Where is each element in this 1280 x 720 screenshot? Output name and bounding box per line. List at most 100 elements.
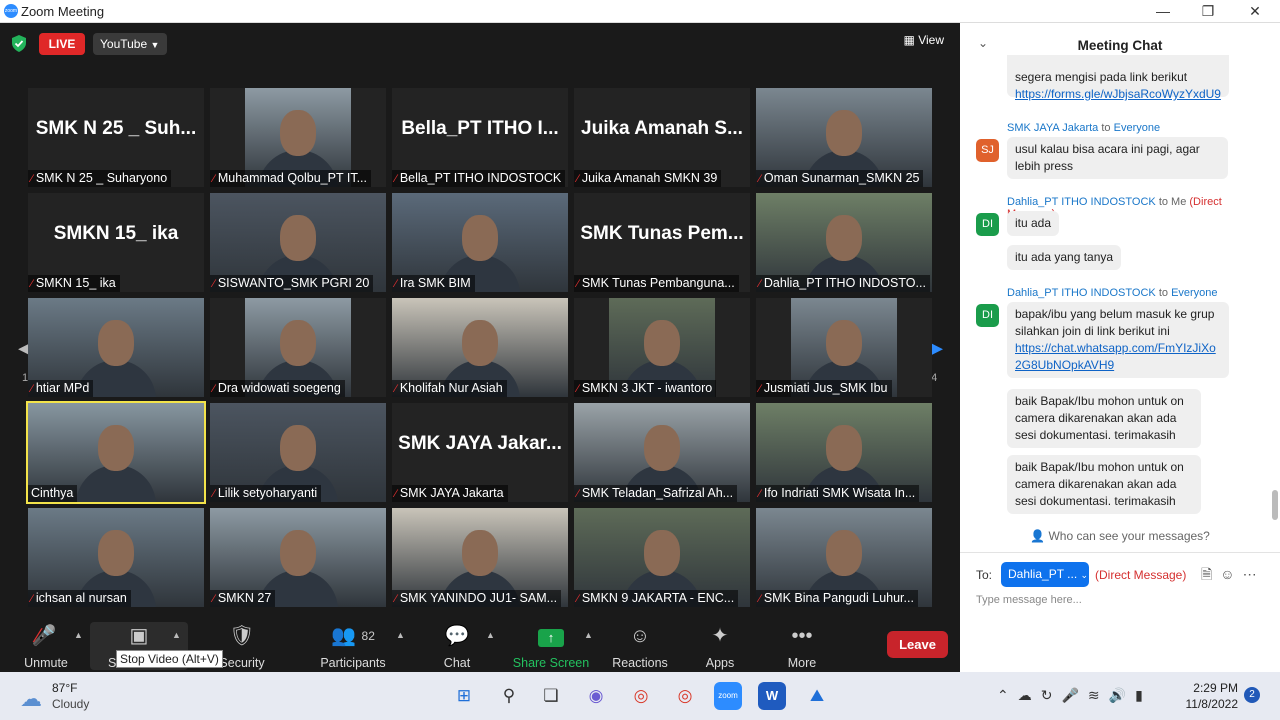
participant-tile[interactable]: ∕ Muhammad Qolbu_PT IT... — [210, 88, 386, 187]
word-icon[interactable]: W — [758, 682, 786, 710]
participant-tile[interactable]: ∕ Oman Sunarman_SMKN 25 — [756, 88, 932, 187]
participant-tile[interactable]: ∕ Dra widowati soegeng — [210, 298, 386, 397]
participant-tile[interactable]: ∕ SMK Teladan_Safrizal Ah... — [574, 403, 750, 502]
emoji-icon[interactable]: ☺ — [1220, 566, 1242, 582]
to-label: To: — [976, 568, 993, 582]
participant-tile[interactable]: ∕ SMK Bina Pangudi Luhur... — [756, 508, 932, 607]
participant-caption: ∕ SMK YANINDO JU1- SAM... — [392, 590, 562, 607]
participant-face — [98, 425, 134, 471]
video-options-caret-icon[interactable]: ▲ — [172, 630, 181, 640]
onedrive-cloud-icon[interactable]: ☁ — [1018, 687, 1041, 703]
participant-tile[interactable]: Bella_PT ITHO I... ∕ Bella_PT ITHO INDOSTO… — [392, 88, 568, 187]
reactions-button[interactable]: ☺ Reactions — [600, 624, 680, 670]
volume-icon[interactable]: 🔊 — [1109, 687, 1135, 703]
participant-name: Juika Amanah SMKN 39 — [581, 171, 718, 185]
chat-button[interactable]: 💬 Chat — [417, 624, 497, 670]
participant-tile[interactable]: ∕ Dahlia_PT ITHO INDOSTO... — [756, 193, 932, 292]
participant-tile[interactable]: ∕ htiar MPd — [28, 298, 204, 397]
chat-divider — [960, 552, 1280, 553]
share-screen-label: Share Screen — [512, 656, 590, 670]
muted-microphone-icon: ∕ — [31, 173, 33, 185]
participant-tile[interactable]: ∕ Ifo Indriati SMK Wisata In... — [756, 403, 932, 502]
share-options-caret-icon[interactable]: ▲ — [584, 630, 593, 640]
message-input[interactable]: Type message here... — [976, 594, 1082, 606]
participant-face — [98, 320, 134, 366]
sync-icon[interactable]: ↻ — [1041, 687, 1062, 703]
chat-scrollbar[interactable] — [1272, 70, 1278, 520]
battery-icon[interactable]: ▮ — [1135, 687, 1152, 703]
clock[interactable]: 2:29 PM 11/8/2022 — [1180, 680, 1239, 712]
who-can-see-link[interactable]: 👤 Who can see your messages? — [960, 529, 1280, 543]
participant-tile[interactable]: ∕ SISWANTO_SMK PGRI 20 — [210, 193, 386, 292]
participant-caption: ∕ Juika Amanah SMKN 39 — [574, 170, 722, 187]
participant-caption: ∕ SMK JAYA Jakarta — [392, 485, 508, 502]
apps-label: Apps — [705, 656, 735, 670]
photos-icon[interactable]: ⛰ — [803, 682, 831, 710]
task-view-icon[interactable]: ❏ — [537, 682, 565, 710]
minimize-icon[interactable]: — — [1148, 2, 1178, 20]
participant-name: Lilik setyoharyanti — [217, 486, 318, 500]
sender-name[interactable]: Dahlia_PT ITHO INDOSTOCK — [1007, 196, 1156, 208]
live-badge[interactable]: LIVE — [39, 33, 85, 55]
participant-tile[interactable]: ∕ Ira SMK BIM — [392, 193, 568, 292]
participants-count: 82 — [361, 629, 375, 643]
participant-tile[interactable]: ∕ SMKN 27 — [210, 508, 386, 607]
view-button[interactable]: ▦ View — [904, 33, 944, 47]
participant-tile[interactable]: ∕ SMKN 9 JAKARTA - ENC... — [574, 508, 750, 607]
participant-caption: ∕ Ira SMK BIM — [392, 275, 475, 292]
participant-tile[interactable]: ∕ Lilik setyoharyanti — [210, 403, 386, 502]
recipient-name: Everyone — [1113, 122, 1161, 134]
maximize-icon[interactable]: ❐ — [1193, 2, 1223, 20]
share-screen-button[interactable]: ↑ Share Screen — [507, 624, 595, 670]
participant-name: SMK Teladan_Safrizal Ah... — [581, 486, 734, 500]
participant-tile[interactable]: ∕ SMK YANINDO JU1- SAM... — [392, 508, 568, 607]
forms-link[interactable]: https://forms.gle/wJbjsaRcoWyzYxdU9 — [1015, 87, 1221, 101]
participants-options-caret-icon[interactable]: ▲ — [396, 630, 405, 640]
security-shield-icon[interactable] — [11, 35, 27, 52]
participants-button[interactable]: 👥 82 Participants — [306, 624, 400, 670]
more-button[interactable]: ••• More — [762, 624, 842, 670]
participant-tile[interactable]: ∕ SMKN 3 JKT - iwantoro — [574, 298, 750, 397]
more-options-icon[interactable]: ⋯ — [1243, 566, 1265, 582]
participant-name: SMK JAYA Jakarta — [399, 486, 504, 500]
sender-name[interactable]: SMK JAYA Jakarta — [1007, 122, 1098, 134]
search-icon[interactable]: ⚲ — [495, 682, 523, 710]
close-icon[interactable]: ✕ — [1240, 2, 1270, 20]
participant-tile[interactable]: SMK Tunas Pem... ∕ SMK Tunas Pembanguna... — [574, 193, 750, 292]
scrollbar-thumb[interactable] — [1272, 490, 1278, 520]
participant-tile[interactable]: ∕ Kholifah Nur Asiah — [392, 298, 568, 397]
apps-button[interactable]: ✦ Apps — [680, 624, 760, 670]
recipient-select[interactable]: Dahlia_PT ... ⌄ — [1001, 562, 1089, 587]
participant-tile[interactable]: SMK JAYA Jakar... ∕ SMK JAYA Jakarta — [392, 403, 568, 502]
participant-face — [644, 320, 680, 366]
chevron-up-icon[interactable]: ⌃ — [997, 687, 1018, 703]
leave-button[interactable]: Leave — [887, 631, 948, 658]
participant-tile[interactable]: SMK N 25 _ Suh... ∕ SMK N 25 _ Suharyono — [28, 88, 204, 187]
participant-tile[interactable]: ∕ ichsan al nursan — [28, 508, 204, 607]
participant-tile[interactable]: Juika Amanah S... ∕ Juika Amanah SMKN 39 — [574, 88, 750, 187]
whatsapp-link[interactable]: https://chat.whatsapp.com/FmYIzJiXo2G8Ub… — [1015, 341, 1216, 372]
youtube-dropdown[interactable]: YouTube ▼ — [93, 33, 167, 55]
windows-start-icon[interactable]: ⊞ — [450, 682, 478, 710]
notification-badge[interactable]: 2 — [1244, 687, 1260, 703]
wifi-icon[interactable]: ≋ — [1088, 687, 1109, 703]
chat-options-caret-icon[interactable]: ▲ — [486, 630, 495, 640]
file-icon[interactable]: 🗎 — [1201, 566, 1220, 582]
meeting-area: LIVE YouTube ▼ ▦ View ◀ 1/4 ▶ 1/4 SMK N … — [0, 23, 960, 620]
zoom-taskbar-icon[interactable]: zoom — [714, 682, 742, 710]
audio-options-caret-icon[interactable]: ▲ — [74, 630, 83, 640]
participant-tile[interactable]: ∕ Jusmiati Jus_SMK Ibu — [756, 298, 932, 397]
chrome-icon[interactable]: ◎ — [627, 682, 655, 710]
participant-caption: ∕ SMK N 25 _ Suharyono — [28, 170, 172, 187]
participant-caption: ∕ SMK Tunas Pembanguna... — [574, 275, 739, 292]
participant-tile[interactable]: Cinthya — [26, 401, 206, 504]
chat-label: Chat — [443, 656, 471, 670]
teams-chat-icon[interactable]: ◉ — [582, 682, 610, 710]
microphone-icon[interactable]: 🎤 — [1061, 687, 1087, 703]
chrome-profile-icon[interactable]: ◎ — [671, 682, 699, 710]
recipient-prefix: to — [1101, 122, 1111, 134]
sender-name[interactable]: Dahlia_PT ITHO INDOSTOCK — [1007, 287, 1156, 299]
youtube-label: YouTube — [100, 37, 148, 51]
date: 11/8/2022 — [1185, 697, 1239, 711]
participant-tile[interactable]: SMKN 15_ ika ∕ SMKN 15_ ika — [28, 193, 204, 292]
